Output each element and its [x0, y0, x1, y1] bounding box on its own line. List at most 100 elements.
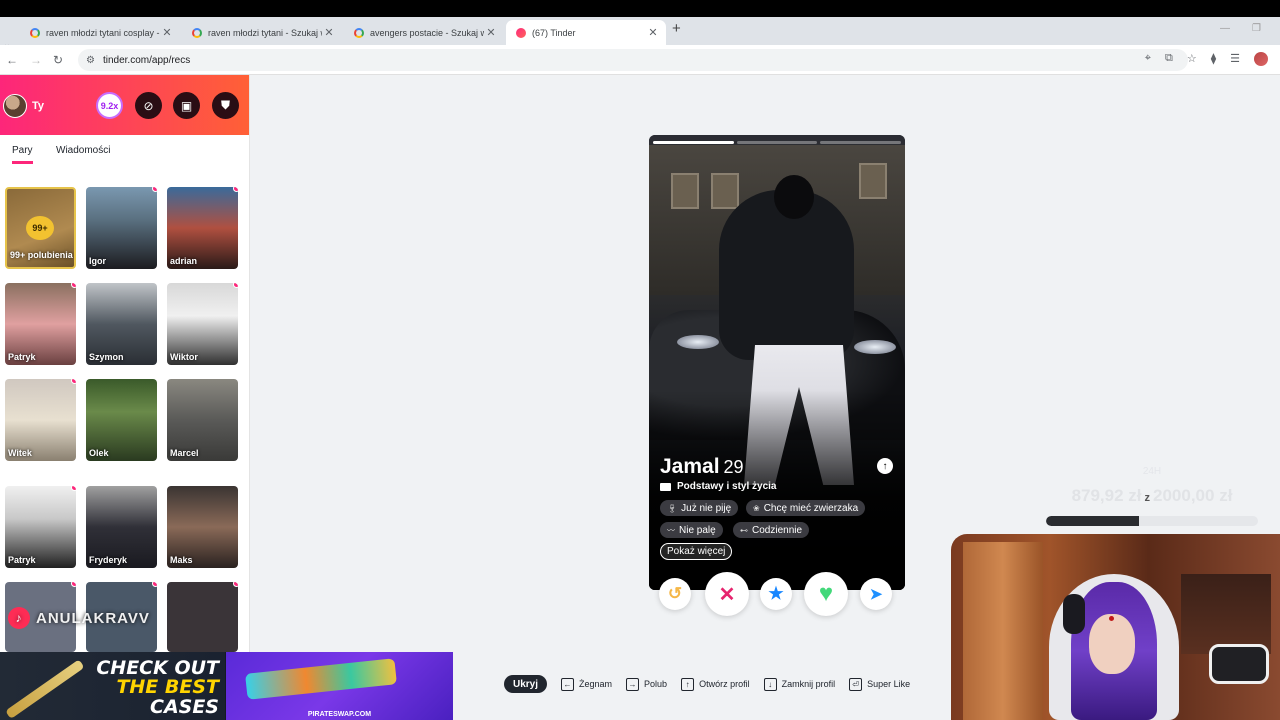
close-tab-icon[interactable]: ✕ — [160, 26, 174, 39]
match-card[interactable]: Wiktor — [167, 283, 238, 365]
ad-headline-2: THE BEST — [116, 676, 219, 698]
media-icon[interactable]: ☰ — [1230, 52, 1240, 66]
arrow-right-key-icon: → — [626, 677, 640, 691]
extensions-icon[interactable]: ⧫ — [1211, 52, 1216, 66]
weapon-skin-graphic — [245, 658, 397, 700]
reload-icon[interactable]: ↻ — [53, 53, 63, 67]
super-message-button[interactable]: ➤ — [860, 578, 892, 610]
browser-tab-3[interactable]: avengers postacie - Szukaj w G ✕ — [344, 20, 504, 45]
match-name: adrian — [170, 256, 198, 266]
smoke-icon: 〰 — [667, 525, 675, 535]
match-card[interactable]: Patryk — [5, 283, 76, 365]
match-card[interactable]: Igor — [86, 187, 157, 269]
ad-left-panel: CHECK OUT THE BEST CASES — [0, 652, 225, 720]
match-card[interactable]: Fryderyk — [86, 486, 157, 568]
tab-title: avengers postacie - Szukaj w G — [370, 27, 484, 38]
tab-matches[interactable]: Pary — [12, 145, 33, 164]
tab-messages[interactable]: Wiadomości — [56, 145, 110, 156]
shortcut-hint: ← Żegnam — [561, 677, 612, 691]
screen-top-bar — [0, 0, 1280, 17]
chip-label: Już nie piję — [681, 502, 732, 514]
match-card[interactable]: Witek — [5, 379, 76, 461]
rewind-button[interactable]: ↺ — [659, 578, 691, 610]
section-label: Podstawy i styl życia — [677, 481, 777, 492]
photo-indicator-bar[interactable] — [653, 141, 734, 144]
match-card[interactable]: Olek — [86, 379, 157, 461]
match-card[interactable]: Maks — [167, 486, 238, 568]
new-match-dot — [233, 187, 238, 192]
arrow-up-key-icon: ↑ — [681, 677, 695, 691]
google-icon — [192, 27, 202, 38]
browser-tab-2[interactable]: raven młodzi tytani - Szukaj w G ✕ — [182, 20, 342, 45]
hide-shortcuts-button[interactable]: Ukryj — [504, 675, 548, 693]
sidebar-tabs: Pary Wiadomości — [0, 135, 249, 165]
basics-section-title: Podstawy i styl życia — [660, 481, 777, 492]
photo-indicator-bar[interactable] — [736, 141, 818, 144]
install-app-icon[interactable]: ⧉ — [1165, 52, 1173, 66]
goal-target: 2000,00 zł — [1153, 486, 1233, 505]
new-tab-button[interactable]: + — [672, 20, 681, 37]
shortcut-hint: ↑ Otwórz profil — [681, 677, 750, 691]
car-headlight — [677, 335, 719, 349]
ad-brand: PIRATESWAP.COM — [307, 711, 372, 718]
webcam-gem — [1109, 616, 1114, 621]
enter-key-icon: ⏎ — [849, 677, 863, 691]
tiktok-icon: ♪ — [8, 607, 30, 629]
open-profile-arrow-icon[interactable]: ↑ — [877, 458, 893, 474]
maximize-icon[interactable]: ❐ — [1252, 23, 1261, 34]
match-card[interactable]: Marcel — [167, 379, 238, 461]
hint-label: Polub — [644, 679, 668, 689]
goal-current: 879,92 zł — [1071, 486, 1142, 505]
profile-card[interactable]: Jamal 29 ↑ Podstawy i styl życia 🍷︎ Już ni… — [649, 135, 905, 590]
new-match-dot — [71, 283, 76, 288]
photo-window — [711, 173, 739, 209]
my-avatar[interactable] — [3, 94, 27, 118]
browser-tab-1[interactable]: raven młodzi tytani cosplay - S ✕ — [20, 20, 180, 45]
browser-tab-4-active[interactable]: (67) Tinder ✕ — [506, 20, 666, 45]
match-card[interactable]: adrian — [167, 187, 238, 269]
match-card[interactable]: Patryk — [5, 486, 76, 568]
superlike-button[interactable]: ★ — [760, 578, 792, 610]
like-button[interactable]: ♥ — [804, 572, 848, 616]
back-icon[interactable]: ← — [6, 53, 18, 67]
lifestyle-chip: 🍷︎ Już nie piję — [660, 500, 739, 516]
close-tab-icon[interactable]: ✕ — [322, 26, 336, 39]
close-tab-icon[interactable]: ✕ — [484, 26, 498, 39]
forward-icon[interactable]: → — [30, 53, 42, 67]
explore-compass-icon[interactable]: ⊘ — [135, 92, 162, 119]
profile-avatar-icon[interactable] — [1254, 52, 1268, 66]
keyboard-shortcuts: Ukryj ← Żegnam → Polub ↑ Otwórz profil ↓ Zam… — [504, 675, 924, 693]
site-info-icon[interactable]: ⚙ — [86, 55, 95, 66]
shortcut-hint: ⏎ Super Like — [849, 677, 910, 691]
webcam-shelf — [1181, 574, 1271, 654]
photo-window — [671, 173, 699, 209]
boost-button[interactable]: 9.2x — [96, 92, 123, 119]
address-bar-row: ← → ↻ ⚙ tinder.com/app/recs ⌖ ⧉ ☆ ⧫ ☰ — [0, 45, 1280, 75]
show-more-button[interactable]: Pokaż więcej — [660, 543, 733, 560]
lifestyle-chip: ⊷ Codziennie — [733, 522, 810, 538]
minimize-icon[interactable]: — — [1220, 23, 1230, 34]
new-match-dot — [233, 582, 238, 587]
work-briefcase-icon[interactable]: ▣ — [173, 92, 200, 119]
likes-label: 99+ polubienia — [10, 250, 73, 260]
location-icon[interactable]: ⌖ — [1145, 52, 1151, 66]
new-match-dot — [71, 582, 76, 587]
tab-title: raven młodzi tytani - Szukaj w G — [208, 27, 322, 38]
my-profile-label[interactable]: Ty — [32, 100, 44, 112]
match-card[interactable]: Szymon — [86, 283, 157, 365]
sidebar-header: Ty 9.2x ⊘ ▣ ⛊ — [0, 75, 249, 135]
likes-you-card[interactable]: 99+ 99+ polubienia — [5, 187, 76, 269]
ad-headline-3: CASES — [150, 696, 219, 718]
close-tab-icon[interactable]: ✕ — [646, 26, 660, 39]
url-text: tinder.com/app/recs — [102, 54, 191, 66]
photo-indicator-bar[interactable] — [820, 141, 902, 144]
safety-shield-icon[interactable]: ⛊ — [212, 92, 239, 119]
streamer-webcam — [951, 534, 1280, 720]
send-icon: ➤ — [869, 586, 883, 603]
match-card[interactable] — [167, 582, 238, 652]
bookmark-star-icon[interactable]: ☆ — [1187, 52, 1197, 66]
nope-button[interactable]: ✕ — [705, 572, 749, 616]
url-field[interactable]: ⚙ tinder.com/app/recs — [78, 49, 1188, 71]
heart-icon: ♥ — [818, 580, 834, 607]
tinder-icon — [516, 27, 526, 38]
